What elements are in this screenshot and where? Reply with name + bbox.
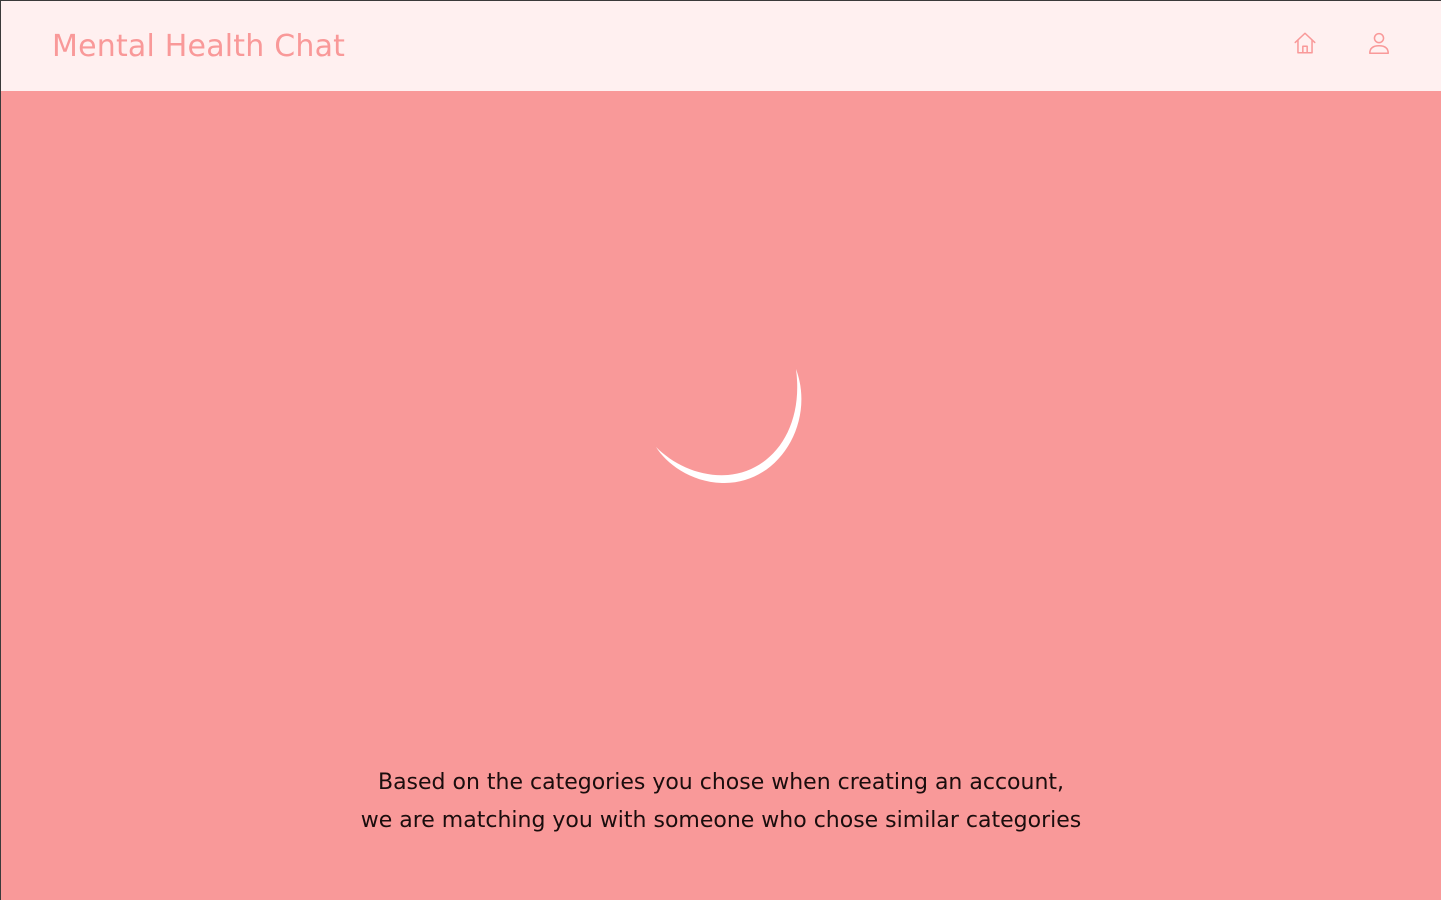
app-title[interactable]: Mental Health Chat: [52, 27, 345, 67]
profile-button[interactable]: [1365, 29, 1393, 57]
matching-screen: Based on the categories you chose when c…: [1, 91, 1441, 900]
home-icon: [1294, 32, 1316, 54]
spinner-arc: [656, 369, 802, 484]
top-nav-bar: Mental Health Chat: [1, 1, 1441, 91]
matching-message-line-2: we are matching you with someone who cho…: [360, 808, 1082, 833]
page: Mental Health Chat Based on the categori…: [0, 0, 1441, 900]
home-button[interactable]: [1291, 29, 1319, 57]
loading-spinner-icon: [656, 369, 802, 484]
user-icon: [1369, 32, 1389, 55]
matching-message-line-1: Based on the categories you chose when c…: [377, 770, 1065, 795]
matching-message: Based on the categories you chose when c…: [221, 764, 1221, 840]
